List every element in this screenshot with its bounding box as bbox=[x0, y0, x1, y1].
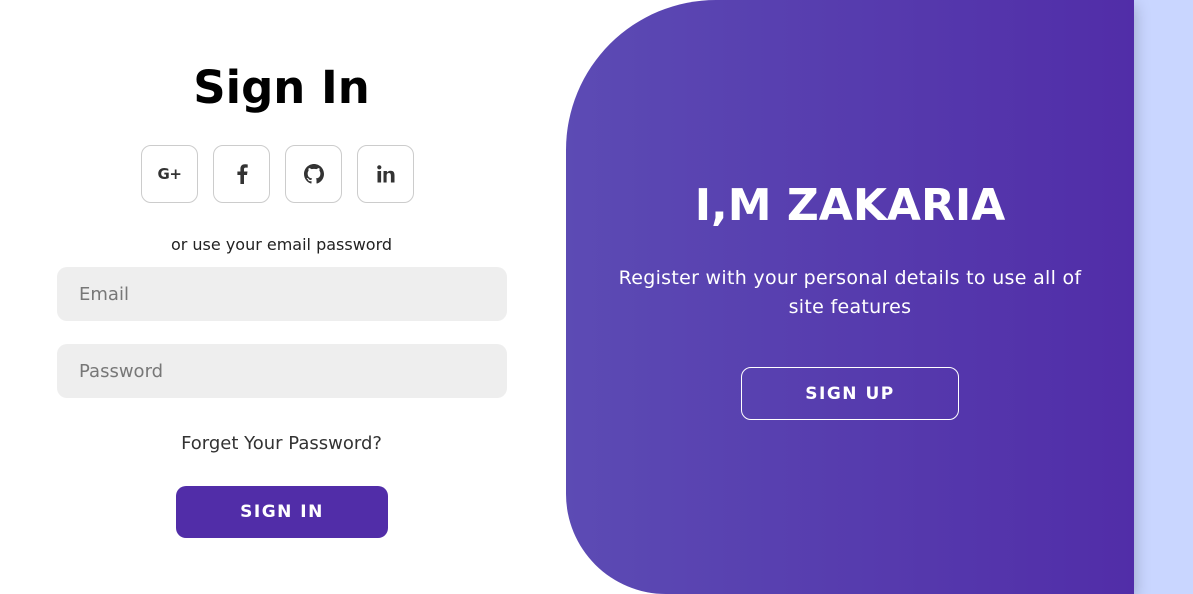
auth-container: Sign In G+ or use your email password Em… bbox=[0, 0, 1134, 594]
social-login-group: G+ bbox=[141, 145, 414, 203]
facebook-button[interactable] bbox=[213, 145, 270, 203]
sign-in-title: Sign In bbox=[193, 61, 370, 114]
toggle-panel: I,M ZAKARIA Register with your personal … bbox=[566, 0, 1134, 594]
sign-in-form: Sign In G+ or use your email password Em… bbox=[0, 0, 566, 594]
welcome-title: I,M ZAKARIA bbox=[694, 180, 1006, 231]
facebook-icon bbox=[236, 164, 248, 184]
github-button[interactable] bbox=[285, 145, 342, 203]
google-plus-icon: G+ bbox=[157, 165, 182, 183]
email-input[interactable] bbox=[57, 267, 507, 321]
sign-up-button[interactable]: SIGN UP bbox=[741, 367, 959, 420]
linkedin-button[interactable] bbox=[357, 145, 414, 203]
forgot-password-link[interactable]: Forget Your Password? bbox=[0, 432, 563, 456]
github-icon bbox=[303, 164, 324, 184]
email-hint-text: or use your email password bbox=[170, 235, 393, 254]
sign-in-button[interactable]: SIGN IN bbox=[176, 486, 388, 538]
welcome-text: Register with your personal details to u… bbox=[618, 267, 1082, 318]
password-input[interactable] bbox=[57, 344, 507, 398]
google-plus-button[interactable]: G+ bbox=[141, 145, 198, 203]
linkedin-icon bbox=[376, 165, 394, 183]
